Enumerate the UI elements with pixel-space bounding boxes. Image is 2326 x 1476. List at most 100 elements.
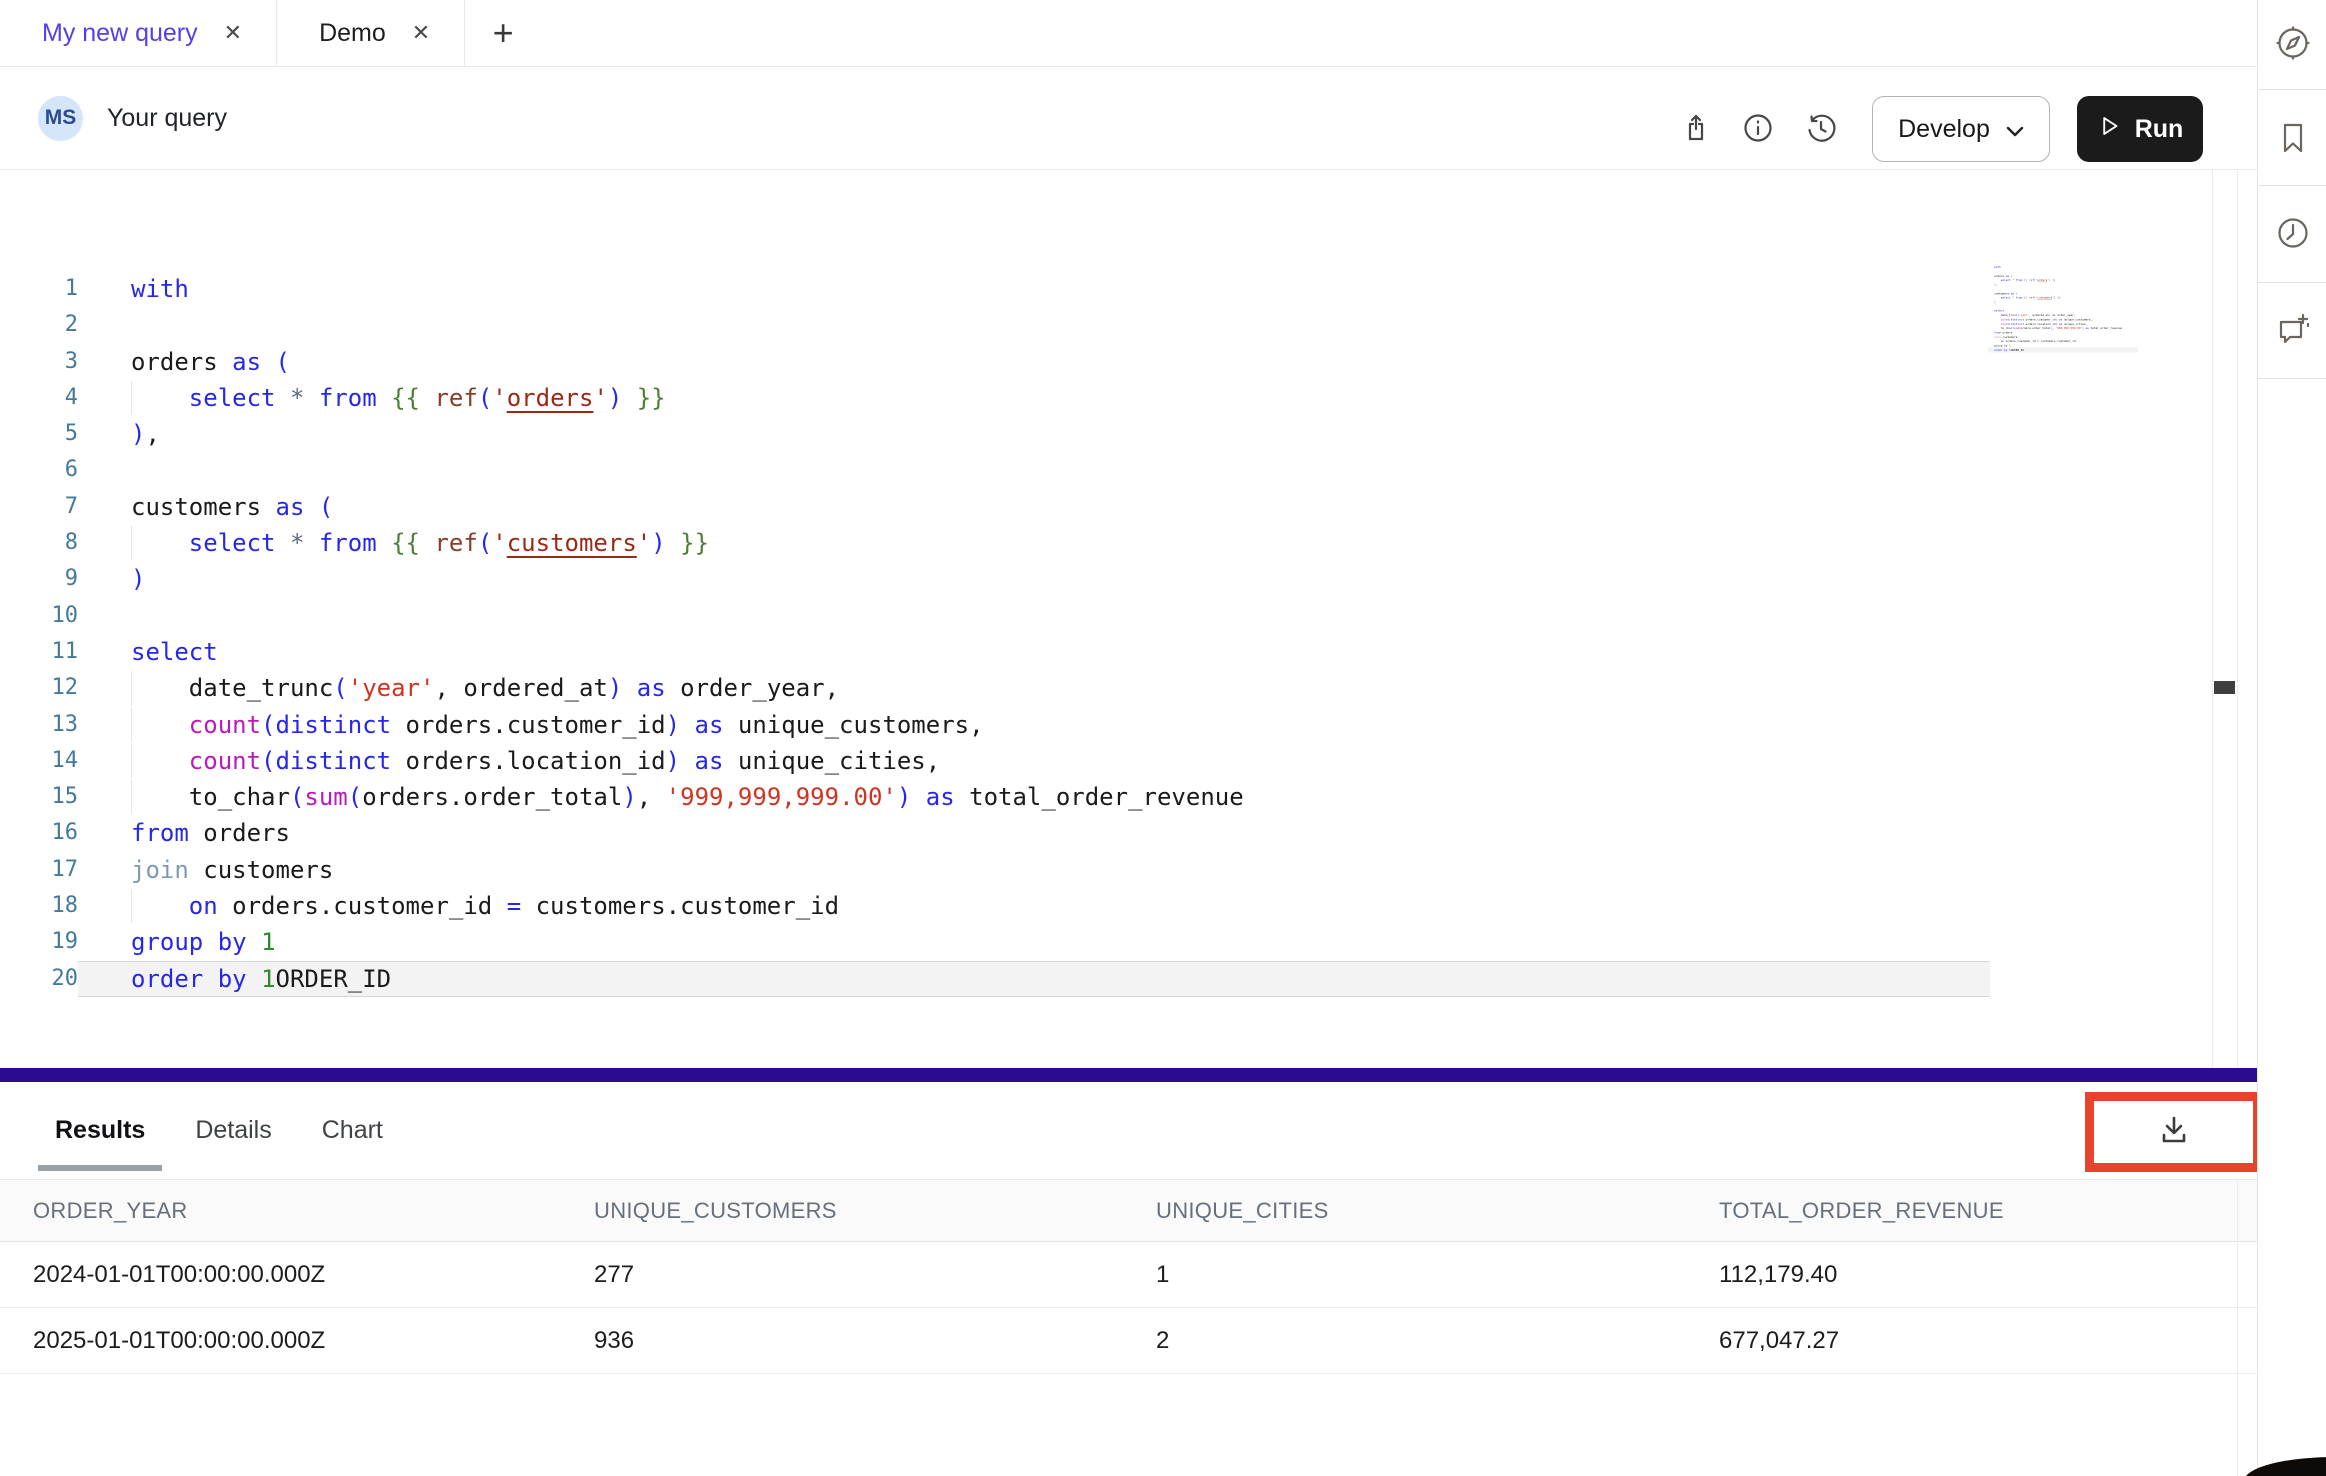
table-cell: 2 — [1123, 1327, 1686, 1355]
share-button[interactable] — [1678, 110, 1714, 146]
line-number: 9 — [0, 561, 78, 597]
code-line: 17join customers — [0, 852, 1990, 888]
ai-chat-icon — [2273, 337, 2313, 354]
line-number: 10 — [0, 598, 78, 634]
code-line: 6 — [0, 452, 1990, 488]
download-results-button[interactable] — [2151, 1109, 2197, 1155]
page-title: Your query — [107, 104, 227, 133]
run-button[interactable]: Run — [2077, 96, 2203, 162]
sidebar-divider — [2258, 282, 2326, 283]
panel-splitter[interactable] — [0, 1068, 2257, 1082]
info-button[interactable] — [1740, 110, 1776, 146]
sidebar-divider — [2258, 378, 2326, 379]
code-line: 3orders as ( — [0, 344, 1990, 380]
develop-dropdown[interactable]: Develop — [1872, 96, 2050, 162]
column-header: UNIQUE_CITIES — [1123, 1198, 1686, 1224]
line-number: 14 — [0, 743, 78, 779]
code-line: 4 select * from {{ ref('orders') }} — [0, 380, 1990, 416]
code-line: 19group by 1 — [0, 924, 1990, 960]
right-sidebar — [2257, 0, 2326, 1476]
table-cell: 2024-01-01T00:00:00.000Z — [0, 1261, 561, 1289]
line-content: group by 1 — [78, 924, 1990, 960]
close-icon[interactable]: ✕ — [224, 20, 242, 46]
editor-tab[interactable]: My new query ✕ — [0, 0, 277, 66]
line-content: to_char(sum(orders.order_total), '999,99… — [78, 779, 1990, 815]
line-content: count(distinct orders.customer_id) as un… — [78, 707, 1990, 743]
code-line: 11select — [0, 634, 1990, 670]
code-line: 12 date_trunc('year', ordered_at) as ord… — [0, 670, 1990, 706]
code-line: 14 count(distinct orders.location_id) as… — [0, 743, 1990, 779]
bookmark-icon — [2273, 145, 2313, 162]
editor-tab[interactable]: Demo ✕ — [277, 0, 465, 66]
line-content: on orders.customer_id = customers.custom… — [78, 888, 1990, 924]
ide-window: My new query ✕ Demo ✕ + MS Your query Devel… — [0, 0, 2326, 1476]
info-icon — [1740, 133, 1776, 150]
line-number: 6 — [0, 452, 78, 488]
line-content — [78, 452, 1990, 488]
download-icon — [2156, 1112, 2192, 1153]
line-content — [78, 598, 1990, 634]
sidebar-divider — [2258, 89, 2326, 90]
avatar[interactable]: MS — [38, 96, 83, 141]
line-content: select * from {{ ref('orders') }} — [78, 380, 1990, 416]
line-number: 20 — [0, 961, 78, 997]
code-line: 13 count(distinct orders.customer_id) as… — [0, 707, 1990, 743]
close-icon[interactable]: ✕ — [412, 20, 430, 46]
line-content: ) — [78, 561, 1990, 597]
code-line: 7customers as ( — [0, 489, 1990, 525]
line-number: 12 — [0, 670, 78, 706]
bookmarks-button[interactable] — [2273, 118, 2313, 158]
chevron-down-icon — [2006, 115, 2024, 144]
line-number: 2 — [0, 307, 78, 343]
results-right-border — [2237, 1180, 2238, 1476]
run-label: Run — [2135, 115, 2184, 144]
line-number: 15 — [0, 779, 78, 815]
line-content: select * from {{ ref('customers') }} — [78, 525, 1990, 561]
clock-icon — [2273, 240, 2313, 257]
explore-button[interactable] — [2273, 23, 2313, 63]
code-line: 1with — [0, 271, 1990, 307]
table-cell: 2025-01-01T00:00:00.000Z — [0, 1327, 561, 1355]
minimap[interactable]: 1with23orders as (4 select * from {{ ref… — [1988, 265, 2138, 360]
line-content — [78, 307, 1990, 343]
line-content: customers as ( — [78, 489, 1990, 525]
code-line: 8 select * from {{ ref('customers') }} — [0, 525, 1990, 561]
column-header: TOTAL_ORDER_REVENUE — [1686, 1198, 2257, 1224]
line-content: with — [78, 271, 1990, 307]
results-tab-details[interactable]: Details — [178, 1082, 288, 1179]
code-line: 16from orders — [0, 815, 1990, 851]
plus-icon: + — [493, 12, 514, 54]
sql-editor[interactable]: 1with23orders as (4 select * from {{ ref… — [0, 170, 2257, 1068]
results-tabs: ResultsDetailsChart — [38, 1082, 400, 1179]
line-content: join customers — [78, 852, 1990, 888]
line-content: count(distinct orders.location_id) as un… — [78, 743, 1990, 779]
tab-label: Demo — [319, 19, 386, 48]
ai-assistant-button[interactable] — [2273, 310, 2313, 350]
history-sidebar-button[interactable] — [2273, 213, 2313, 253]
query-history-button[interactable] — [1803, 110, 1839, 146]
results-tab-bar: ResultsDetailsChart — [0, 1082, 2257, 1180]
new-tab-button[interactable]: + — [465, 0, 541, 66]
line-number: 13 — [0, 707, 78, 743]
line-number: 8 — [0, 525, 78, 561]
sidebar-divider — [2258, 185, 2326, 186]
line-content: date_trunc('year', ordered_at) as order_… — [78, 670, 1990, 706]
code-line: 20order by 1ORDER_ID — [1988, 348, 2138, 352]
share-icon — [1678, 133, 1714, 150]
annotation-highlight-box — [2085, 1092, 2262, 1172]
line-content: select — [78, 634, 1990, 670]
editor-scroll-track-right-border — [2237, 170, 2238, 1068]
editor-scrollbar-thumb[interactable] — [2214, 681, 2235, 694]
line-number: 4 — [0, 380, 78, 416]
tab-bar: My new query ✕ Demo ✕ + — [0, 0, 2257, 67]
results-table-body: 2024-01-01T00:00:00.000Z2771112,179.4020… — [0, 1242, 2257, 1374]
minimap-code: 1with23orders as (4 select * from {{ ref… — [1988, 265, 2138, 352]
code-line: 15 to_char(sum(orders.order_total), '999… — [0, 779, 1990, 815]
results-tab-results[interactable]: Results — [38, 1082, 162, 1179]
code-area[interactable]: 1with23orders as (4 select * from {{ ref… — [0, 271, 1990, 997]
tab-label: My new query — [42, 19, 198, 48]
column-header: UNIQUE_CUSTOMERS — [561, 1198, 1123, 1224]
line-content: ), — [78, 416, 1990, 452]
results-tab-chart[interactable]: Chart — [305, 1082, 400, 1179]
line-number: 1 — [0, 271, 78, 307]
